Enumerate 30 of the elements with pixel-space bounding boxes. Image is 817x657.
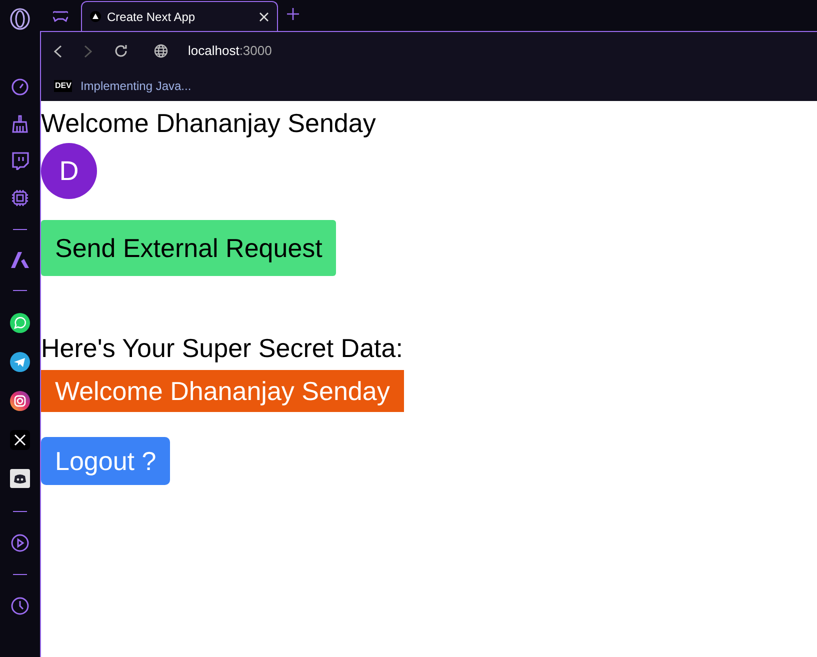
- chip-icon[interactable]: [11, 189, 29, 207]
- broom-icon[interactable]: [11, 115, 29, 133]
- x-logo-icon[interactable]: [10, 430, 30, 450]
- clock-icon[interactable]: [11, 597, 29, 615]
- address-field[interactable]: localhost:3000: [188, 41, 272, 61]
- gauge-icon[interactable]: [11, 78, 29, 96]
- tab-title: Create Next App: [107, 8, 196, 26]
- twitch-icon[interactable]: [11, 152, 29, 170]
- secret-data-value: Welcome Dhananjay Senday: [41, 370, 404, 412]
- globe-icon[interactable]: [154, 44, 168, 58]
- whatsapp-icon[interactable]: [10, 313, 30, 333]
- browser-tab[interactable]: Create Next App: [81, 1, 278, 31]
- back-icon[interactable]: [54, 44, 62, 58]
- play-icon[interactable]: [11, 534, 29, 552]
- bookmark-item[interactable]: DEV Implementing Java...: [54, 76, 192, 94]
- forward-icon[interactable]: [84, 44, 92, 58]
- triangle-logo-icon[interactable]: [11, 252, 29, 268]
- logout-button[interactable]: Logout ?: [41, 437, 170, 485]
- send-request-button[interactable]: Send External Request: [41, 220, 336, 276]
- telegram-icon[interactable]: [10, 352, 30, 372]
- welcome-heading: Welcome Dhananjay Senday: [41, 107, 376, 139]
- reload-icon[interactable]: [114, 44, 128, 58]
- avatar: D: [41, 143, 97, 199]
- instagram-icon[interactable]: [10, 391, 30, 411]
- close-icon[interactable]: [259, 12, 269, 22]
- triangle-icon: [90, 11, 101, 22]
- discord-icon[interactable]: [10, 469, 30, 489]
- plus-icon[interactable]: [287, 8, 299, 20]
- browser-logo-icon[interactable]: [10, 8, 30, 30]
- secret-data-label: Here's Your Super Secret Data:: [41, 332, 403, 364]
